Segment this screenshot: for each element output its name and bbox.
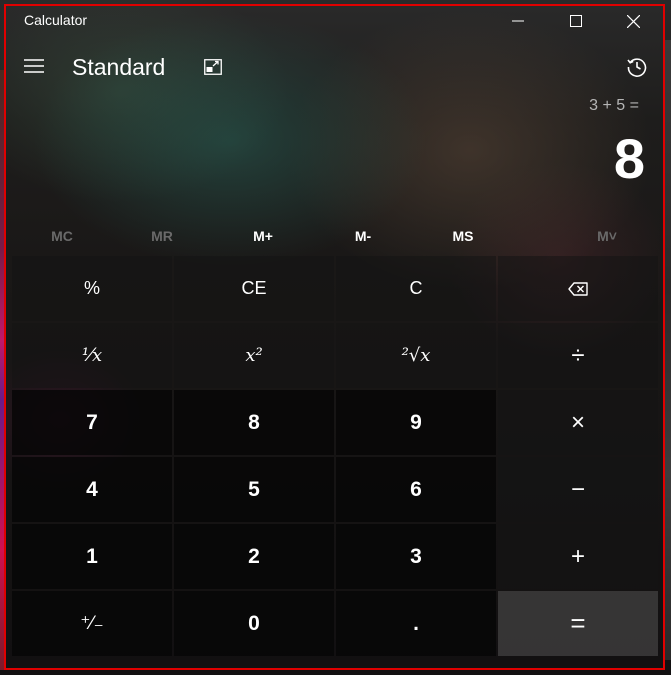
result-display: 8 — [613, 127, 645, 190]
digit-9-button[interactable]: 9 — [336, 390, 496, 455]
memory-add-button[interactable]: M+ — [213, 220, 313, 252]
square-root-button[interactable]: ²√x — [336, 323, 496, 388]
digit-4-button[interactable]: 4 — [12, 457, 172, 522]
maximize-icon — [570, 15, 582, 27]
digit-0-button[interactable]: 0 — [174, 591, 334, 656]
memory-recall-button[interactable]: MR — [112, 220, 212, 252]
reciprocal-button[interactable]: ¹⁄x — [12, 323, 172, 388]
memory-list-button[interactable]: M˅ — [557, 220, 657, 252]
square-root-label: ²√x — [401, 345, 431, 366]
square-button[interactable]: x² — [174, 323, 334, 388]
navigation-menu-button[interactable] — [18, 50, 50, 82]
minimize-button[interactable] — [495, 4, 541, 38]
negate-button[interactable]: ⁺⁄₋ — [12, 591, 172, 656]
minus-button[interactable]: − — [498, 457, 658, 522]
equals-button[interactable]: = — [498, 591, 658, 656]
backspace-icon — [568, 281, 588, 296]
digit-3-button[interactable]: 3 — [336, 524, 496, 589]
calculator-header: Standard — [0, 42, 671, 96]
title-bar[interactable]: Calculator — [0, 0, 671, 42]
digit-5-button[interactable]: 5 — [174, 457, 334, 522]
keypad: % CE C ¹⁄x x² ²√x ÷ 7 8 9 × 4 5 6 − 1 2 … — [12, 256, 660, 662]
maximize-button[interactable] — [553, 4, 599, 38]
decimal-button[interactable]: . — [336, 591, 496, 656]
square-label: x² — [245, 345, 263, 366]
keep-on-top-icon — [204, 59, 222, 75]
reciprocal-label: ¹⁄x — [81, 345, 103, 366]
backspace-button[interactable] — [498, 256, 658, 321]
background-edge-right — [665, 40, 671, 660]
digit-8-button[interactable]: 8 — [174, 390, 334, 455]
digit-7-button[interactable]: 7 — [12, 390, 172, 455]
background-edge-left — [0, 70, 6, 670]
minimize-icon — [512, 20, 524, 22]
multiply-button[interactable]: × — [498, 390, 658, 455]
digit-6-button[interactable]: 6 — [336, 457, 496, 522]
plus-button[interactable]: + — [498, 524, 658, 589]
keep-on-top-button[interactable] — [196, 50, 230, 84]
digit-1-button[interactable]: 1 — [12, 524, 172, 589]
clear-button[interactable]: C — [336, 256, 496, 321]
memory-subtract-button[interactable]: M- — [313, 220, 413, 252]
memory-clear-button[interactable]: MC — [12, 220, 112, 252]
history-button[interactable] — [620, 50, 654, 84]
hamburger-icon — [24, 59, 44, 73]
history-icon — [627, 58, 647, 77]
close-icon — [626, 14, 640, 28]
clear-entry-button[interactable]: CE — [174, 256, 334, 321]
digit-2-button[interactable]: 2 — [174, 524, 334, 589]
window-title: Calculator — [24, 12, 88, 28]
close-button[interactable] — [610, 4, 656, 38]
expression-display: 3 + 5 = — [589, 97, 639, 114]
mode-title: Standard — [72, 54, 166, 80]
percent-button[interactable]: % — [12, 256, 172, 321]
divide-button[interactable]: ÷ — [498, 323, 658, 388]
memory-store-button[interactable]: MS — [413, 220, 513, 252]
memory-row: MC MR M+ M- MS M˅ — [12, 220, 660, 252]
